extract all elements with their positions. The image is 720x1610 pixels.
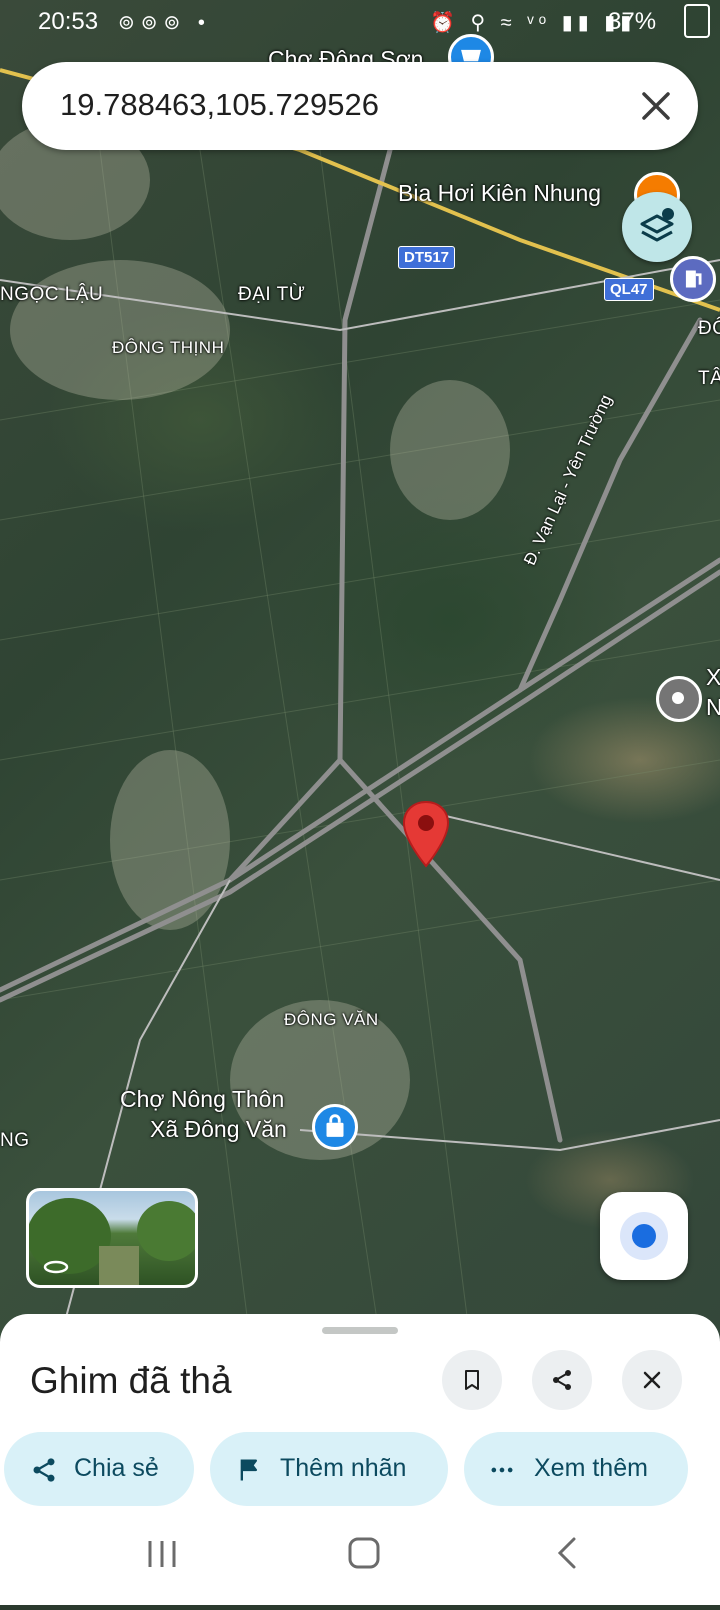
- label-dong-van: ĐÔNG VĂN: [284, 1010, 379, 1029]
- sheet-title: Ghim đã thả: [30, 1360, 232, 1401]
- layers-icon: [640, 208, 674, 242]
- close-icon[interactable]: [634, 84, 678, 128]
- recent-apps-icon[interactable]: [148, 1541, 176, 1567]
- map-view[interactable]: Chợ Đông Sơn Bia Hơi Kiên Nhung NGỌC LẬU…: [0, 0, 720, 1340]
- my-location-icon: [632, 1224, 656, 1248]
- system-icons: ⏰ ⚲ ≈ ᵛᵒ ▮▮ ▮▮: [430, 12, 637, 34]
- street-view-rotate-icon: [43, 1260, 69, 1274]
- sheet-close-button[interactable]: [622, 1350, 682, 1410]
- share-chip-label: Chia sẻ: [74, 1454, 159, 1482]
- map-roads: [0, 68, 720, 1340]
- notification-icons: ⊚⊚⊚ •: [118, 12, 211, 34]
- label-ngoc-lau: NGỌC LẬU: [0, 284, 104, 305]
- add-label-chip[interactable]: Thêm nhãn: [210, 1432, 448, 1506]
- share-icon-button[interactable]: [532, 1350, 592, 1410]
- label-edge-ng: NG: [0, 1130, 30, 1151]
- system-nav-bar: [0, 1525, 720, 1605]
- more-chip-label: Xem thêm: [534, 1454, 648, 1482]
- home-icon[interactable]: [348, 1537, 380, 1569]
- shopping-bag-marker-icon[interactable]: [312, 1104, 358, 1150]
- label-xa-dong-van[interactable]: Xã Đông Văn: [150, 1116, 287, 1143]
- more-chip[interactable]: Xem thêm: [464, 1432, 688, 1506]
- save-button[interactable]: [442, 1350, 502, 1410]
- bookmark-icon: [465, 1370, 479, 1390]
- status-bar: 20:53 ⊚⊚⊚ • ⏰ ⚲ ≈ ᵛᵒ ▮▮ ▮▮ 37%: [0, 0, 720, 46]
- share-chip[interactable]: Chia sẻ: [4, 1432, 194, 1506]
- status-time: 20:53: [38, 8, 99, 35]
- share-icon: [33, 1458, 55, 1482]
- drag-handle[interactable]: [322, 1327, 398, 1334]
- share-icon: [553, 1370, 571, 1390]
- shield-ql47: QL47: [604, 278, 654, 301]
- label-cho-nong-thon[interactable]: Chợ Nông Thôn: [120, 1086, 284, 1113]
- label-edge-n: N: [706, 694, 720, 720]
- layers-button[interactable]: [622, 192, 692, 262]
- more-horiz-icon: [491, 1467, 513, 1473]
- label-dai-tu: ĐẠI TỪ: [238, 284, 306, 305]
- flag-icon: [240, 1459, 257, 1481]
- fuel-marker-icon[interactable]: [670, 256, 716, 302]
- street-view-thumbnail[interactable]: [26, 1188, 198, 1288]
- back-icon[interactable]: [557, 1537, 576, 1569]
- label-dong-thinh: ĐÔNG THỊNH: [112, 338, 225, 357]
- battery-icon: [684, 4, 710, 38]
- place-marker-icon[interactable]: [656, 676, 702, 722]
- close-icon: [643, 1371, 661, 1389]
- my-location-button[interactable]: [600, 1192, 688, 1280]
- search-bar[interactable]: 19.788463,105.729526: [22, 62, 698, 150]
- label-bia-hoi-kien-nhung[interactable]: Bia Hơi Kiên Nhung: [398, 180, 601, 207]
- search-input[interactable]: 19.788463,105.729526: [60, 87, 379, 123]
- shield-dt517: DT517: [398, 246, 456, 269]
- label-edge-ta: TÂ: [698, 368, 720, 389]
- label-edge-x: X: [706, 664, 720, 690]
- add-label-chip-label: Thêm nhãn: [280, 1454, 407, 1482]
- battery-level: 37%: [608, 8, 657, 35]
- label-edge-do: ĐÔ: [698, 318, 720, 339]
